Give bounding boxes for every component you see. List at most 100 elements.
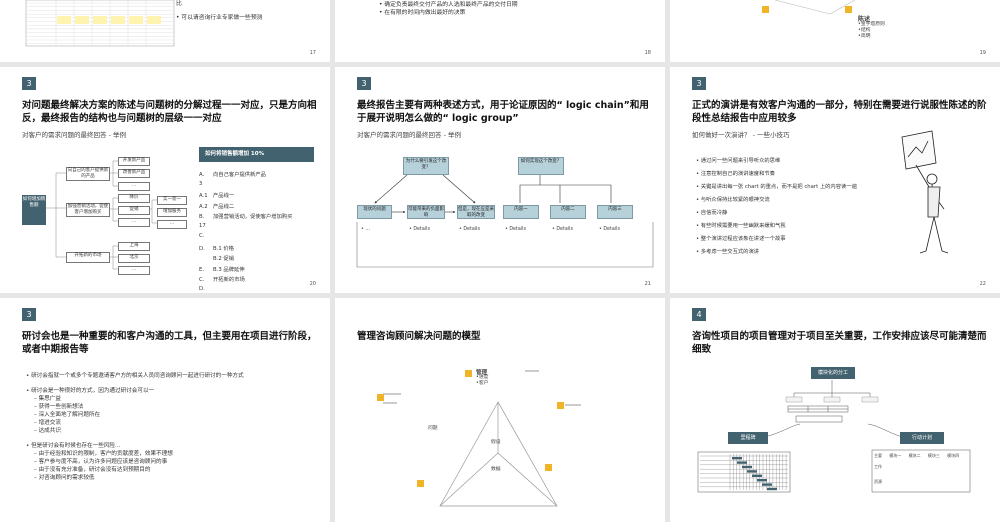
- outline-key: A.2: [199, 203, 208, 210]
- tree-branch-2: 加强营销活动，促使客户增加购买: [66, 203, 110, 217]
- tree-leaf-2: 实一装一: [157, 196, 187, 205]
- item: •简明: [858, 34, 871, 39]
- question-how: 如何实现这个改变？: [518, 157, 564, 175]
- outline-key: E.: [199, 266, 205, 273]
- action-plan: 行动计划: [900, 432, 944, 444]
- outline-item: B. 加强营销活动，促使客户增加购买: [199, 212, 292, 220]
- tree-leaf-2: 增加服务: [157, 208, 187, 217]
- problem-label: 问题: [428, 426, 438, 431]
- page-number: 18: [644, 50, 651, 56]
- chain-box: 现状的问题: [357, 205, 392, 219]
- section-number: 3: [22, 308, 36, 321]
- question-why: 为什么要引发这个改变？: [403, 157, 449, 175]
- issue-tree-lines: [46, 160, 157, 270]
- slide-18-bullet-1: 确定负责最终交付产品的人选和最终产品的交付日期: [384, 2, 518, 8]
- workshop-item: – 获得一些创新想法: [34, 404, 84, 410]
- tree-leaf-2: …: [157, 220, 187, 229]
- detail: Details: [413, 227, 430, 232]
- chain-box: 可能带来的负面影响: [407, 205, 445, 219]
- group-box: 内容三: [597, 205, 633, 219]
- outline-item: D.: [199, 286, 213, 292]
- page-number: 19: [979, 50, 986, 56]
- workshop-item: – 深入全面地了解问题所在: [34, 412, 101, 418]
- page-number: 20: [309, 281, 316, 287]
- slide-17-bullet: 可以请咨询行业专家做一些预测: [181, 15, 263, 21]
- slide-21: 3 最终报告主要有两种表述方式，用于论证原因的“ logic chain”和用于…: [335, 67, 665, 293]
- marker-icon: [545, 464, 552, 471]
- slide-22: 3 正式的演讲是有效客户沟通的一部分，特别在需要进行说服性陈述的阶段性总结报告中…: [670, 67, 1000, 293]
- outline-key: A.: [199, 172, 205, 178]
- module-division: 模块化的分工: [811, 367, 855, 379]
- page-number: 17: [309, 50, 316, 56]
- page-number: 21: [644, 281, 651, 287]
- marker-icon: [417, 480, 424, 487]
- workshop-item: • 研讨会是一种很好的方式，因为通过研讨会可以一: [26, 388, 155, 394]
- row-header: 资源: [874, 479, 882, 484]
- detail: Details: [556, 227, 573, 232]
- problem-solving-triangle: [383, 370, 581, 507]
- detail: …: [365, 227, 371, 232]
- outline-item: A.1 产品线一: [199, 191, 234, 199]
- outline-text: B.1 价格: [213, 245, 234, 252]
- workshop-item: • 但是研讨会有时候也存在一些风险…: [26, 443, 121, 449]
- outline-item: C.: [199, 233, 213, 239]
- outline-item: D. B.1 价格: [199, 244, 234, 252]
- outline-item: 17: [199, 223, 213, 229]
- workshop-item: – 由于经验和知识的限制，客户的贡献度差，效果不理想: [34, 451, 173, 457]
- slide-19: 陈述 •金字塔原则 •结构 •简明 19: [670, 0, 1000, 62]
- project-plan-diagram: [697, 380, 971, 493]
- tree-leaf: 北京: [118, 254, 150, 263]
- outline-text: 产品线一: [213, 193, 235, 199]
- tree-leaf: 开发新产品: [118, 157, 150, 166]
- detail: Details: [509, 227, 526, 232]
- outline-key: B.: [199, 214, 205, 220]
- outline-text: B.3 品牌延伸: [213, 266, 245, 273]
- group-box: 内容一: [503, 205, 539, 219]
- slide-18: • 确定负责最终交付产品的人选和最终产品的交付日期 • 在有限的时间内做出最好的…: [335, 0, 665, 62]
- workshop-item: • 研讨会指就一个或多个专题邀请客户方的相关人员同咨询顾问一起进行研讨的一种方式: [26, 373, 244, 379]
- detail: Details: [603, 227, 620, 232]
- group-box: 内容二: [550, 205, 586, 219]
- workshop-item: – 集思广益: [34, 396, 61, 402]
- tree-leaf: …: [118, 266, 150, 275]
- marker-icon: [845, 6, 852, 13]
- col-header: 主要: [874, 453, 882, 458]
- slide-title: 研讨会也是一种重要的和客户沟通的工具，但主要用在项目进行阶段，或者中期报告等: [22, 331, 317, 355]
- data-label: 数据: [491, 467, 501, 472]
- tree-branch-3: 开拓新的市场: [66, 252, 110, 263]
- tree-leaf: 促销: [118, 206, 150, 215]
- marker-icon: [377, 394, 384, 401]
- tree-leaf: …: [118, 218, 150, 227]
- tree-leaf: 降价: [118, 194, 150, 203]
- outline-item: B.2 促销: [199, 254, 234, 262]
- col-header: 模块二: [908, 453, 921, 458]
- outline-text: 加强营销活动，促使客户增加购买: [213, 214, 293, 220]
- detail: Details: [463, 227, 480, 232]
- outline-key: C.: [199, 277, 205, 283]
- row-header: 工作: [874, 464, 882, 469]
- col-header: 模块四: [947, 453, 960, 458]
- chain-box: 但是，现在应是采取的改变: [457, 205, 495, 219]
- workshop-item: – 由于没有充分准备，研讨会没有达到预期目的: [34, 467, 151, 473]
- tree-root: 如何增加销售额: [22, 195, 46, 225]
- outline-item: A. 向自己客户提供新产品: [199, 170, 266, 178]
- outline-key: D.: [199, 245, 205, 252]
- slide-17-bullet-top: 比: [176, 1, 182, 7]
- outline-text: 开拓新的市场: [213, 277, 245, 283]
- milestones: 里程碑: [728, 432, 768, 444]
- slide-18-bullet-2: 在有限的时间内做出最好的决策: [384, 10, 466, 16]
- slide-25: 4 咨询性项目的项目管理对于项目至关重要，工作安排应该尽可能清楚而细致 模块化的…: [670, 298, 1000, 522]
- slide-17: 比 • 可以请咨询行业专家做一些预测 17: [0, 0, 330, 62]
- hypothesis-label: 假设: [491, 440, 501, 445]
- outline-text: B.2 促销: [213, 256, 234, 262]
- outline-text: 产品线二: [213, 203, 235, 210]
- marker-icon: [465, 370, 472, 377]
- triangle-diagram: [774, 0, 856, 15]
- page-number: 22: [979, 281, 986, 287]
- workshop-item: – 达成共识: [34, 428, 61, 434]
- tree-branch-1: 向自己的客户提供新的产品: [66, 167, 110, 181]
- workshop-list: • 研讨会指就一个或多个专题邀请客户方的相关人员同咨询顾问一起进行研讨的一种方式…: [26, 372, 244, 482]
- outline-item: C. 开拓新的市场: [199, 275, 245, 283]
- outline-key: C.: [199, 233, 205, 239]
- col-header: 模块三: [927, 453, 940, 458]
